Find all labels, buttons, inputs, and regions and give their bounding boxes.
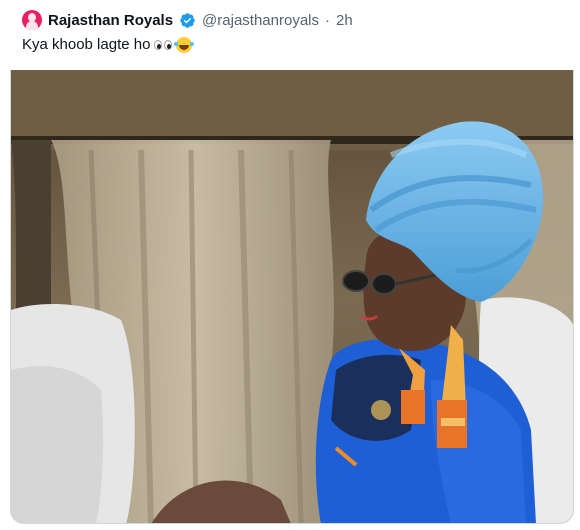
tweet-text: Kya khoob lagte ho bbox=[22, 36, 151, 53]
separator-dot: · bbox=[325, 11, 330, 29]
eyes-emoji-icon bbox=[154, 39, 173, 50]
laughing-tears-emoji-icon bbox=[174, 36, 195, 53]
avatar[interactable] bbox=[22, 10, 42, 30]
tweet-header: Rajasthan Royals @rajasthanroyals · 2h bbox=[22, 9, 353, 31]
author-name[interactable]: Rajasthan Royals bbox=[48, 12, 173, 29]
tweet-text-row: Kya khoob lagte ho bbox=[22, 36, 195, 53]
tweet-timestamp[interactable]: 2h bbox=[336, 12, 353, 29]
photo-image bbox=[11, 70, 573, 523]
tweet-card[interactable]: Rajasthan Royals @rajasthanroyals · 2h K… bbox=[0, 0, 580, 530]
verified-badge-icon bbox=[180, 12, 195, 28]
tweet-media-photo[interactable] bbox=[10, 70, 574, 524]
author-handle[interactable]: @rajasthanroyals bbox=[202, 12, 319, 29]
